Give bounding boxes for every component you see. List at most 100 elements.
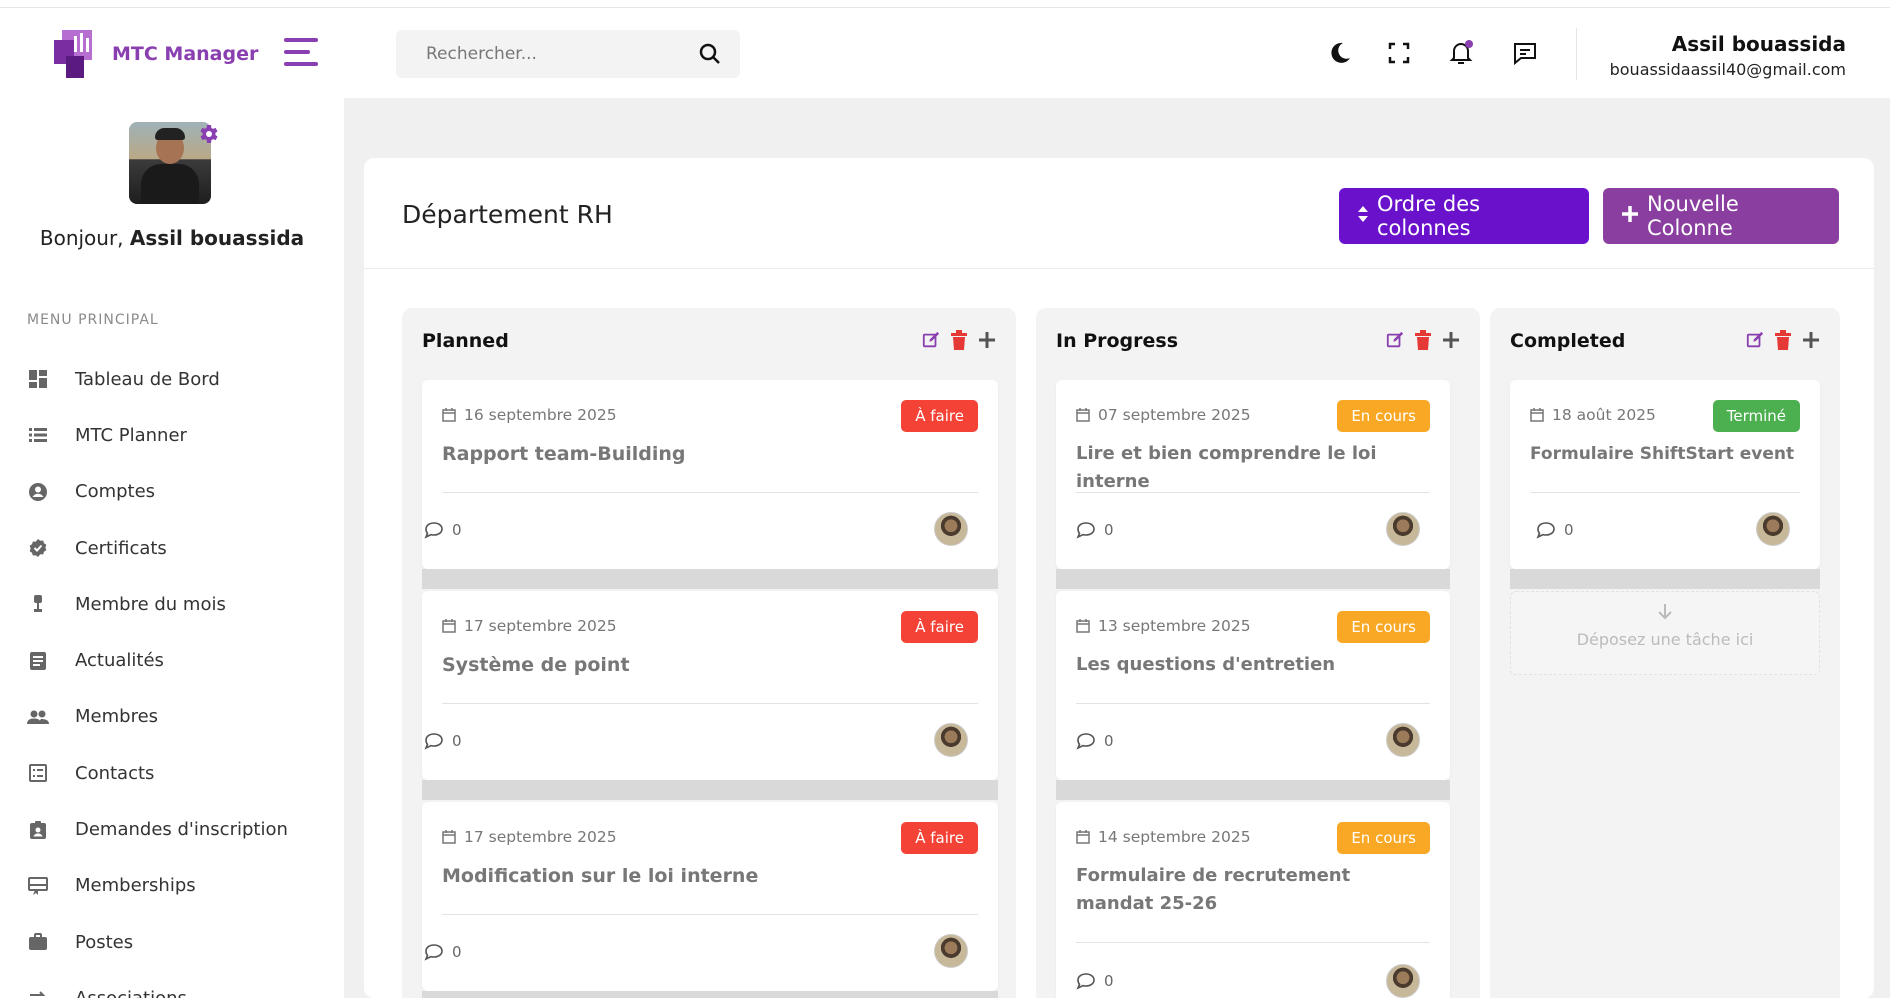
assignee-avatar[interactable] (934, 512, 968, 546)
sidebar-item-label: Memberships (75, 875, 196, 897)
assignee-avatar[interactable] (934, 723, 968, 757)
account-circle-icon (27, 481, 49, 503)
assignee-avatar[interactable] (934, 934, 968, 968)
sidebar-item-membres[interactable]: Membres (0, 689, 344, 745)
sidebar-item-mtc-planner[interactable]: MTC Planner (0, 407, 344, 463)
sidebar-item-tableau-de-bord[interactable]: Tableau de Bord (0, 351, 344, 407)
list-icon (27, 424, 49, 446)
calendar-icon (1530, 408, 1544, 422)
task-card[interactable]: 17 septembre 2025 À faire Système de poi… (422, 591, 998, 800)
task-divider (1076, 703, 1430, 704)
sidebar-item-certificats[interactable]: Certificats (0, 520, 344, 576)
kanban-column-completed: Completed 18 août 2025 Terminé Formulair… (1490, 308, 1840, 998)
task-card[interactable]: 17 septembre 2025 À faire Modification s… (422, 802, 998, 998)
add-task-icon[interactable] (1802, 330, 1820, 350)
sidebar-item-demandes-inscription[interactable]: Demandes d'inscription (0, 801, 344, 857)
task-comments[interactable]: 0 (1076, 972, 1114, 990)
sidebar-item-contacts[interactable]: Contacts (0, 745, 344, 801)
greeting-name: Assil bouassida (129, 226, 305, 250)
verified-icon (27, 537, 49, 559)
comment-count: 0 (1564, 521, 1574, 539)
gear-icon[interactable] (196, 122, 220, 146)
sidebar-item-membre-du-mois[interactable]: Membre du mois (0, 576, 344, 632)
add-task-icon[interactable] (978, 330, 996, 350)
comment-icon (424, 733, 443, 750)
task-card[interactable]: 07 septembre 2025 En cours Lire et bien … (1056, 380, 1450, 589)
comment-count: 0 (1104, 732, 1114, 750)
task-title: Modification sur le loi interne (442, 865, 759, 887)
chat-icon[interactable] (1510, 38, 1540, 68)
sidebar-item-label: Certificats (75, 537, 167, 559)
task-title: Lire et bien comprendre le loi interne (1076, 443, 1377, 492)
sidebar-item-label: Actualités (75, 650, 164, 672)
task-date: 07 septembre 2025 (1076, 406, 1251, 424)
task-date: 18 août 2025 (1530, 406, 1656, 424)
task-comments[interactable]: 0 (424, 732, 462, 750)
plus-icon (1621, 204, 1639, 228)
delete-icon[interactable] (1774, 330, 1792, 350)
add-task-icon[interactable] (1442, 330, 1460, 350)
column-actions (922, 330, 996, 350)
task-card[interactable]: 14 septembre 2025 En cours Formulaire de… (1056, 802, 1450, 998)
task-date: 14 septembre 2025 (1076, 828, 1251, 846)
kanban-column-planned: Planned 16 septembre 2025 À faire Rappor… (402, 308, 1016, 998)
sort-icon (1357, 204, 1369, 228)
sidebar-item-memberships[interactable]: Memberships (0, 858, 344, 914)
task-card[interactable]: 18 août 2025 Terminé Formulaire ShiftSta… (1510, 380, 1820, 589)
badge-icon (27, 819, 49, 841)
edit-icon[interactable] (1746, 330, 1764, 350)
fullscreen-icon[interactable] (1384, 38, 1414, 68)
comment-count: 0 (1104, 972, 1114, 990)
assignee-avatar[interactable] (1756, 512, 1790, 546)
dashboard-icon (27, 368, 49, 390)
status-badge: En cours (1337, 822, 1430, 854)
assignee-avatar[interactable] (1386, 512, 1420, 546)
card-membership-icon (27, 875, 49, 897)
task-card[interactable]: 16 septembre 2025 À faire Rapport team-B… (422, 380, 998, 589)
sidebar-item-associations[interactable]: Associations (0, 970, 344, 998)
task-comments[interactable]: 0 (1076, 732, 1114, 750)
new-column-button[interactable]: Nouvelle Colonne (1603, 188, 1839, 244)
delete-icon[interactable] (950, 330, 968, 350)
user-name[interactable]: Assil bouassida (1672, 32, 1846, 56)
task-comments[interactable]: 0 (1536, 521, 1574, 539)
task-divider (442, 492, 978, 493)
calendar-icon (1076, 830, 1090, 844)
task-comments[interactable]: 0 (1076, 521, 1114, 539)
status-badge: À faire (901, 400, 978, 432)
article-icon (27, 650, 49, 672)
sidebar-item-postes[interactable]: Postes (0, 914, 344, 970)
task-date-text: 18 août 2025 (1552, 406, 1656, 424)
edit-icon[interactable] (922, 330, 940, 350)
task-date-text: 17 septembre 2025 (464, 617, 617, 635)
task-title: Système de point (442, 654, 630, 676)
comment-icon (1536, 522, 1555, 539)
search-icon[interactable] (698, 42, 722, 66)
task-drop-zone[interactable]: Déposez une tâche ici (1510, 591, 1820, 675)
task-divider (442, 914, 978, 915)
page-title: Département RH (402, 200, 613, 229)
assignee-avatar[interactable] (1386, 964, 1420, 998)
comment-count: 0 (452, 943, 462, 961)
brand[interactable]: MTC Manager (52, 28, 258, 80)
search-box (396, 30, 740, 78)
greeting: Bonjour, Assil bouassida (39, 226, 305, 250)
task-date: 16 septembre 2025 (442, 406, 617, 424)
assignee-avatar[interactable] (1386, 723, 1420, 757)
calendar-icon (1076, 619, 1090, 633)
task-separator (1056, 780, 1450, 800)
column-order-button[interactable]: Ordre des colonnes (1339, 188, 1589, 244)
task-comments[interactable]: 0 (424, 943, 462, 961)
delete-icon[interactable] (1414, 330, 1432, 350)
sidebar-item-actualites[interactable]: Actualités (0, 632, 344, 688)
task-divider (442, 703, 978, 704)
menu-toggle-icon[interactable] (284, 38, 318, 66)
sidebar-item-comptes[interactable]: Comptes (0, 464, 344, 520)
dark-mode-moon-icon[interactable] (1325, 38, 1355, 68)
notification-bell-icon[interactable] (1446, 38, 1476, 68)
task-card[interactable]: 13 septembre 2025 En cours Les questions… (1056, 591, 1450, 800)
card-divider (364, 268, 1874, 269)
search-input[interactable] (396, 30, 676, 78)
task-comments[interactable]: 0 (424, 521, 462, 539)
edit-icon[interactable] (1386, 330, 1404, 350)
